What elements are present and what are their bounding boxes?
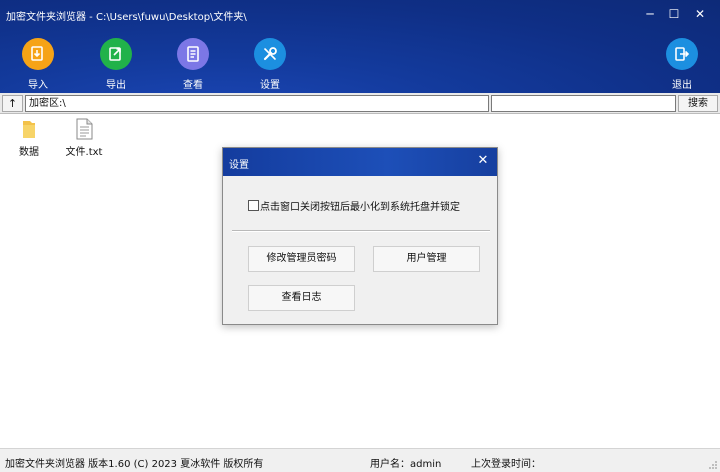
view-label: 查看 bbox=[183, 80, 203, 91]
exit-label: 退出 bbox=[672, 80, 692, 91]
file-item-folder[interactable]: 数据 bbox=[9, 117, 49, 158]
exit-icon bbox=[666, 38, 698, 70]
view-button[interactable]: 查看 bbox=[163, 38, 223, 91]
dialog-close-button[interactable]: ✕ bbox=[475, 153, 491, 169]
close-icon: ✕ bbox=[477, 153, 489, 168]
app-version-info: 加密文件夹浏览器 版本1.60 (C) 2023 夏冰软件 版权所有 bbox=[5, 459, 264, 470]
export-button[interactable]: 导出 bbox=[86, 38, 146, 91]
import-icon bbox=[22, 38, 54, 70]
minimize-to-tray-label: 点击窗口关闭按钮后最小化到系统托盘并锁定 bbox=[260, 202, 460, 213]
import-button[interactable]: 导入 bbox=[8, 38, 68, 91]
resize-grip-icon[interactable] bbox=[708, 460, 718, 470]
minimize-button[interactable]: ─ bbox=[640, 4, 660, 24]
header-banner: 加密文件夹浏览器 - C:\Users\fuwu\Desktop\文件夹\ ─ … bbox=[0, 0, 720, 93]
status-bar: 加密文件夹浏览器 版本1.60 (C) 2023 夏冰软件 版权所有 用户名：a… bbox=[0, 448, 720, 472]
folder-icon bbox=[17, 117, 41, 141]
text-file-icon bbox=[72, 117, 96, 141]
file-name: 数据 bbox=[19, 147, 39, 158]
window-title: 加密文件夹浏览器 - C:\Users\fuwu\Desktop\文件夹\ bbox=[6, 12, 247, 23]
maximize-button[interactable]: ☐ bbox=[664, 4, 684, 24]
file-item-text[interactable]: 文件.txt bbox=[64, 117, 104, 158]
search-input[interactable] bbox=[491, 95, 676, 112]
dialog-title: 设置 bbox=[229, 160, 249, 171]
import-label: 导入 bbox=[28, 80, 48, 91]
dialog-titlebar: 设置 ✕ bbox=[223, 148, 497, 176]
dialog-divider bbox=[232, 230, 490, 232]
change-admin-password-button[interactable]: 修改管理员密码 bbox=[248, 246, 355, 272]
settings-dialog: 设置 ✕ 点击窗口关闭按钮后最小化到系统托盘并锁定 修改管理员密码 用户管理 查… bbox=[222, 147, 498, 325]
export-icon bbox=[100, 38, 132, 70]
search-button[interactable]: 搜索 bbox=[678, 95, 718, 112]
export-label: 导出 bbox=[106, 80, 126, 91]
last-login-time: 上次登录时间： bbox=[471, 459, 541, 470]
file-name: 文件.txt bbox=[65, 147, 103, 158]
current-user: 用户名：admin bbox=[370, 459, 442, 470]
address-bar: ↑ 加密区:\ 搜索 bbox=[0, 93, 720, 114]
close-window-button[interactable]: ✕ bbox=[690, 4, 710, 24]
settings-button[interactable]: 设置 bbox=[240, 38, 300, 91]
minimize-to-tray-option[interactable]: 点击窗口关闭按钮后最小化到系统托盘并锁定 bbox=[248, 198, 460, 213]
up-directory-button[interactable]: ↑ bbox=[2, 95, 23, 112]
path-input[interactable]: 加密区:\ bbox=[25, 95, 489, 112]
view-icon bbox=[177, 38, 209, 70]
settings-label: 设置 bbox=[260, 80, 280, 91]
exit-button[interactable]: 退出 bbox=[652, 38, 712, 91]
user-management-button[interactable]: 用户管理 bbox=[373, 246, 480, 272]
minimize-to-tray-checkbox[interactable] bbox=[248, 200, 259, 211]
settings-icon bbox=[254, 38, 286, 70]
view-log-button[interactable]: 查看日志 bbox=[248, 285, 355, 311]
